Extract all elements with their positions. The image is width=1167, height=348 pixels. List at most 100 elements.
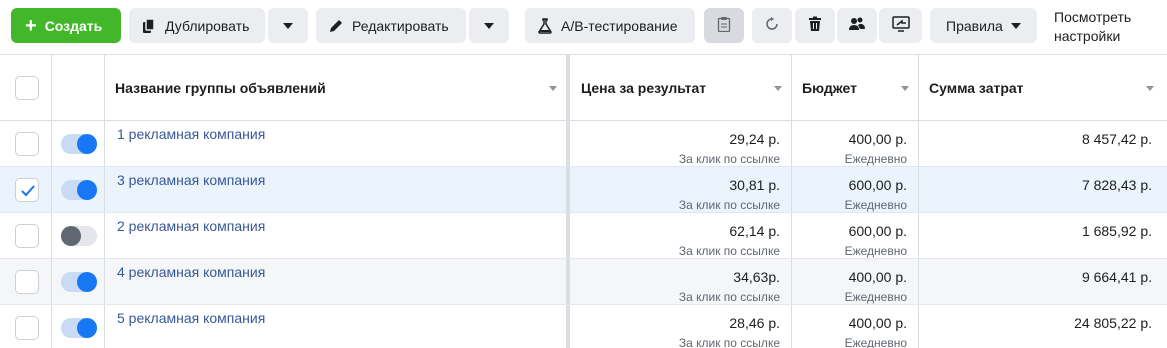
- chevron-down-icon: [484, 22, 494, 29]
- chevron-down-icon: [283, 22, 293, 29]
- amount-spent-value: 1 685,92 р.: [1081, 223, 1152, 239]
- column-header-budget[interactable]: Бюджет: [802, 80, 857, 96]
- cost-per-result-value: 62,14 р.: [729, 223, 780, 239]
- view-settings-link[interactable]: Посмотреть настройки: [1054, 8, 1164, 46]
- column-divider: [51, 305, 52, 348]
- column-divider: [104, 259, 105, 304]
- ad-set-name-link[interactable]: 1 рекламная компания: [117, 126, 265, 142]
- cost-per-result-value: 34,63р.: [733, 269, 780, 285]
- amount-spent-value: 7 828,43 р.: [1081, 177, 1152, 193]
- status-toggle[interactable]: [61, 180, 97, 200]
- trash-icon: [808, 16, 822, 35]
- chevron-down-icon[interactable]: [901, 86, 909, 91]
- column-header-cost-per-result[interactable]: Цена за результат: [581, 80, 706, 96]
- row-checkbox[interactable]: [15, 178, 39, 202]
- frozen-column-divider[interactable]: [566, 55, 570, 120]
- budget-period: Ежедневно: [844, 290, 907, 304]
- table-header: Название группы объявлений Цена за резул…: [0, 55, 1167, 121]
- column-divider: [791, 213, 792, 258]
- column-divider: [104, 167, 105, 212]
- cost-per-result-type: За клик по ссылке: [678, 152, 780, 166]
- ab-test-label: A/B-тестирование: [561, 17, 678, 34]
- row-checkbox[interactable]: [15, 316, 39, 340]
- edit-button[interactable]: Редактировать: [316, 8, 466, 43]
- cost-per-result-value: 30,81 р.: [729, 177, 780, 193]
- column-divider: [918, 213, 919, 258]
- budget-period: Ежедневно: [844, 336, 907, 348]
- frozen-column-divider: [566, 121, 570, 166]
- toolbar: + Создать Дублировать Редактировать A/B-…: [0, 0, 1167, 54]
- row-checkbox[interactable]: [15, 132, 39, 156]
- amount-spent-value: 8 457,42 р.: [1081, 131, 1152, 147]
- chevron-down-icon: [1010, 22, 1021, 29]
- column-divider: [791, 305, 792, 348]
- duplicate-dropdown-button[interactable]: [268, 8, 308, 43]
- cost-per-result-type: За клик по ссылке: [678, 290, 780, 304]
- status-toggle[interactable]: [61, 134, 97, 154]
- column-divider: [791, 55, 792, 120]
- refresh-button[interactable]: [752, 8, 792, 43]
- ab-test-button[interactable]: A/B-тестирование: [525, 8, 695, 43]
- duplicate-label: Дублировать: [165, 17, 250, 34]
- cost-per-result-type: За клик по ссылке: [678, 244, 780, 258]
- status-toggle[interactable]: [61, 318, 97, 338]
- audience-button[interactable]: [837, 8, 877, 43]
- clipboard-button[interactable]: [704, 8, 744, 43]
- table-row[interactable]: 5 рекламная компания 28,46 р. За клик по…: [0, 305, 1167, 348]
- budget-period: Ежедневно: [844, 198, 907, 212]
- rules-button[interactable]: Правила: [930, 8, 1037, 43]
- ad-set-name-link[interactable]: 4 рекламная компания: [117, 264, 265, 280]
- create-button[interactable]: + Создать: [11, 8, 121, 43]
- flask-icon: [537, 17, 553, 34]
- column-divider: [51, 55, 52, 120]
- column-divider: [918, 259, 919, 304]
- share-preview-button[interactable]: [879, 8, 922, 43]
- budget-period: Ежедневно: [844, 152, 907, 166]
- chevron-down-icon[interactable]: [549, 86, 557, 91]
- column-divider: [104, 55, 105, 120]
- rules-label: Правила: [946, 17, 1003, 34]
- duplicate-button[interactable]: Дублировать: [129, 8, 265, 43]
- status-toggle[interactable]: [61, 272, 97, 292]
- column-divider: [104, 121, 105, 166]
- column-divider: [918, 167, 919, 212]
- column-divider: [918, 55, 919, 120]
- toggle-knob: [61, 226, 81, 246]
- chevron-down-icon[interactable]: [1146, 86, 1154, 91]
- column-header-amount-spent[interactable]: Сумма затрат: [929, 80, 1024, 96]
- budget-value: 600,00 р.: [848, 223, 907, 239]
- duplicate-icon: [141, 17, 157, 34]
- frozen-column-divider: [566, 213, 570, 258]
- ad-set-name-link[interactable]: 2 рекламная компания: [117, 218, 265, 234]
- plus-icon: +: [25, 14, 37, 37]
- delete-button[interactable]: [795, 8, 835, 43]
- budget-value: 600,00 р.: [848, 177, 907, 193]
- select-all-checkbox[interactable]: [15, 76, 39, 100]
- row-checkbox[interactable]: [15, 270, 39, 294]
- column-divider: [791, 167, 792, 212]
- ad-set-name-link[interactable]: 5 рекламная компания: [117, 310, 265, 326]
- budget-value: 400,00 р.: [848, 269, 907, 285]
- frozen-column-divider: [566, 259, 570, 304]
- column-divider: [51, 259, 52, 304]
- column-divider: [104, 213, 105, 258]
- table-row[interactable]: 1 рекламная компания 29,24 р. За клик по…: [0, 121, 1167, 167]
- table-row[interactable]: 3 рекламная компания 30,81 р. За клик по…: [0, 167, 1167, 213]
- refresh-icon: [764, 16, 780, 35]
- amount-spent-value: 24 805,22 р.: [1074, 315, 1152, 331]
- column-divider: [918, 121, 919, 166]
- table-row[interactable]: 4 рекламная компания 34,63р. За клик по …: [0, 259, 1167, 305]
- amount-spent-value: 9 664,41 р.: [1081, 269, 1152, 285]
- cost-per-result-type: За клик по ссылке: [678, 336, 780, 348]
- cost-per-result-type: За клик по ссылке: [678, 198, 780, 212]
- create-label: Создать: [44, 17, 103, 34]
- chevron-down-icon[interactable]: [774, 86, 782, 91]
- ad-set-name-link[interactable]: 3 рекламная компания: [117, 172, 265, 188]
- status-toggle[interactable]: [61, 226, 97, 246]
- row-checkbox[interactable]: [15, 224, 39, 248]
- ad-sets-table: Название группы объявлений Цена за резул…: [0, 54, 1167, 348]
- table-row[interactable]: 2 рекламная компания 62,14 р. За клик по…: [0, 213, 1167, 259]
- column-header-name[interactable]: Название группы объявлений: [115, 80, 326, 96]
- column-divider: [791, 121, 792, 166]
- edit-dropdown-button[interactable]: [469, 8, 509, 43]
